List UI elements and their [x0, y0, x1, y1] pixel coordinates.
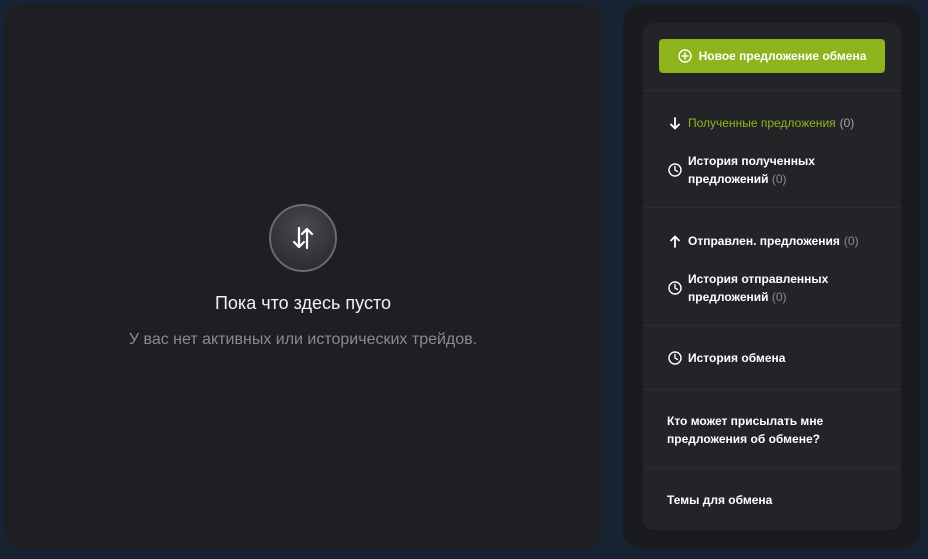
new-offer-label: Новое предложение обмена: [698, 49, 867, 63]
arrow-down-icon: [667, 116, 683, 130]
received-count: (0): [839, 116, 855, 130]
empty-title: Пока что здесь пусто: [214, 293, 391, 313]
nav-received-offers[interactable]: Полученные предложения (0): [667, 114, 854, 132]
trade-sidebar: Новое предложение обмена Полученные пред…: [623, 4, 920, 549]
clock-icon: [667, 351, 683, 365]
trade-menu: Новое предложение обмена Полученные пред…: [643, 23, 901, 530]
divider: [643, 90, 901, 91]
divider: [643, 325, 901, 326]
received-label: Полученные предложения: [688, 116, 836, 130]
new-offer-button[interactable]: Новое предложение обмена: [659, 39, 885, 73]
nav-received-history[interactable]: История полученных предложений (0): [667, 152, 838, 188]
nav-trade-history[interactable]: История обмена: [667, 349, 785, 367]
trade-topics-link[interactable]: Темы для обмена: [667, 491, 857, 509]
received-history-label: История полученных предложений: [688, 154, 815, 186]
trade-history-label: История обмена: [688, 351, 786, 365]
plus-circle-icon: [677, 49, 692, 63]
who-can-send-link[interactable]: Кто может присылать мне предложения об о…: [667, 412, 857, 448]
empty-state: Пока что здесь пусто У вас нет активных …: [4, 204, 602, 350]
divider: [643, 207, 901, 208]
received-history-count: (0): [771, 172, 787, 186]
trades-main-panel: Пока что здесь пусто У вас нет активных …: [4, 4, 602, 549]
sent-history-label: История отправленных предложений: [688, 272, 829, 304]
trade-swap-icon: [269, 204, 337, 272]
nav-sent-history[interactable]: История отправленных предложений (0): [667, 270, 838, 306]
sent-label: Отправлен. предложения: [688, 234, 840, 248]
clock-icon: [667, 281, 683, 295]
nav-sent-offers[interactable]: Отправлен. предложения (0): [667, 232, 859, 250]
empty-subtitle: У вас нет активных или исторических трей…: [128, 331, 478, 348]
sent-count: (0): [843, 234, 859, 248]
sent-history-count: (0): [771, 290, 787, 304]
divider: [643, 467, 901, 468]
divider: [643, 389, 901, 390]
arrow-up-icon: [667, 235, 683, 248]
clock-icon: [667, 163, 683, 177]
